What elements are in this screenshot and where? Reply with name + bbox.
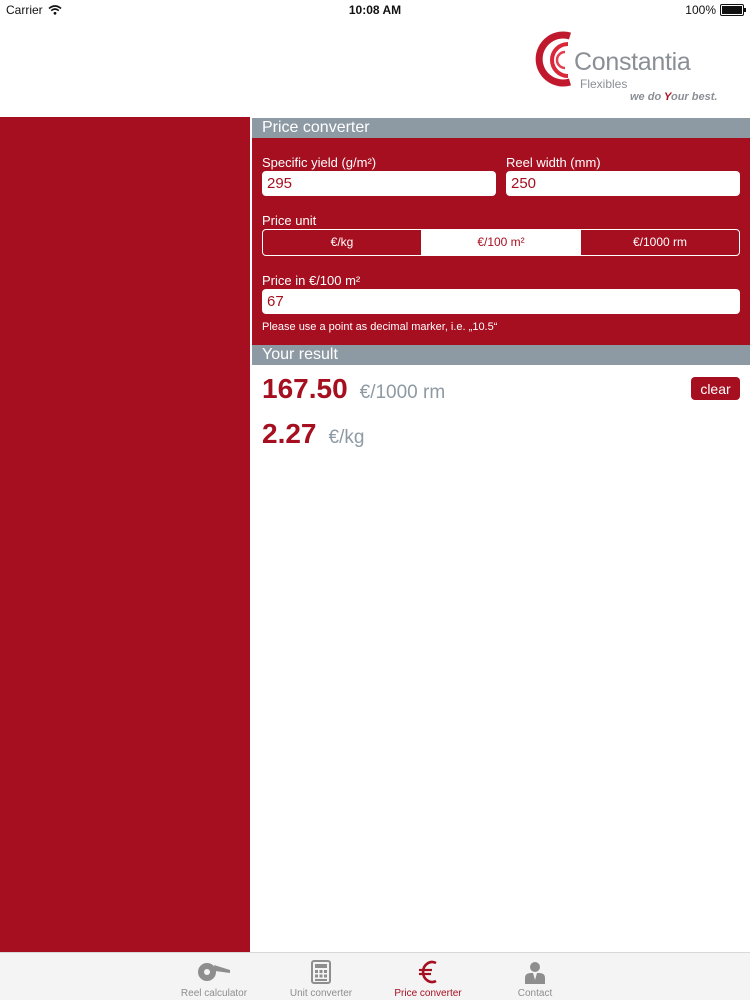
calculator-icon [276,959,366,985]
tab-unit-converter[interactable]: Unit converter [276,953,366,1001]
contact-person-icon [490,959,580,985]
result-row: 2.27 €/kg [262,418,364,450]
price-converter-header: Price converter [252,118,750,138]
logo-name: Constantia [574,48,691,76]
reel-width-label: Reel width (mm) [506,155,601,170]
price-label: Price in €/100 m² [262,273,361,288]
reel-width-input[interactable] [506,171,740,196]
price-converter-form: Specific yield (g/m²) Reel width (mm) Pr… [252,138,750,345]
tab-label: Price converter [394,988,462,999]
price-input[interactable] [262,289,740,314]
tab-bar: Reel calculator Unit converter Price con… [0,952,750,1000]
result-unit: €/kg [328,427,365,448]
result-row: 167.50 €/1000 rm [262,373,445,405]
price-unit-label: Price unit [262,213,317,228]
logo-tagline-post: our best. [670,91,718,103]
brand-logo: Constantia Flexibles we do Your best. [534,30,734,110]
logo-sub: Flexibles [580,77,628,91]
result-unit: €/1000 rm [359,382,446,403]
logo-tagline-pre: we do [630,91,665,103]
price-unit-option-kg[interactable]: €/kg [263,230,422,255]
tab-price-converter[interactable]: Price converter [383,953,473,1001]
clock: 10:08 AM [348,3,402,17]
tab-label: Reel calculator [180,988,248,999]
tab-label: Contact [517,988,553,999]
battery-icon [720,4,746,16]
battery-percent: 100% [685,3,716,17]
euro-icon [383,959,473,985]
price-unit-segmented-control: €/kg €/100 m² €/1000 rm [262,229,740,256]
clear-button[interactable]: clear [691,377,740,400]
logo-tagline-y: Y [664,91,671,103]
tab-contact[interactable]: Contact [490,953,580,1001]
logo-tagline: we do Your best. [630,91,717,103]
logo-swirl-icon [535,31,571,87]
price-unit-option-1000rm[interactable]: €/1000 rm [581,230,739,255]
specific-yield-label: Specific yield (g/m²) [262,155,377,170]
left-panel [0,117,250,952]
result-value: 167.50 [262,373,348,404]
reel-icon [169,959,259,985]
tab-label: Unit converter [289,988,353,999]
battery-info: 100% [685,3,746,17]
specific-yield-input[interactable] [262,171,496,196]
price-unit-option-100m2[interactable]: €/100 m² [422,230,581,255]
app-header: Constantia Flexibles we do Your best. [0,20,750,117]
tab-reel-calculator[interactable]: Reel calculator [169,953,259,1001]
decimal-hint: Please use a point as decimal marker, i.… [262,321,498,333]
result-value: 2.27 [262,418,317,449]
status-bar: Carrier 10:08 AM 100% [0,0,750,20]
result-header: Your result [252,345,750,365]
